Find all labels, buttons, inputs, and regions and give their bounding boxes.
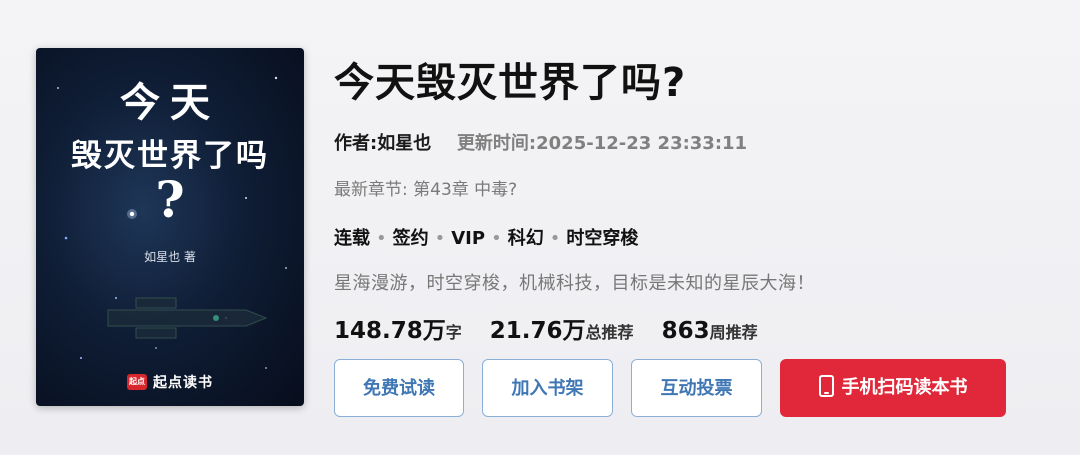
- tag-signed: 签约: [392, 228, 429, 249]
- cover-title: 今天: [120, 79, 220, 126]
- book-intro: 星海漫游，时空穿梭，机械科技，目标是未知的星辰大海！: [334, 273, 815, 294]
- cover-author: 如星也 著: [144, 250, 196, 264]
- cover-brand-text: 起点读书: [153, 375, 213, 391]
- mobile-read-label: 手机扫码读本书: [841, 377, 968, 398]
- weekly-recommend-unit: 周推荐: [709, 323, 758, 342]
- phone-icon: [818, 375, 834, 397]
- add-to-shelf-button[interactable]: 加入书架: [482, 359, 613, 417]
- word-count-unit: 字: [445, 323, 462, 342]
- total-recommend-unit: 总推荐: [585, 323, 634, 342]
- tag-category[interactable]: 科幻: [508, 228, 544, 249]
- tag-separator: •: [434, 228, 446, 249]
- book-stats: 148.78万字 21.76万总推荐 863周推荐: [334, 311, 786, 345]
- book-meta: 作者:如星也 更新时间:2025-12-23 23:33:11: [334, 129, 747, 155]
- vote-button[interactable]: 互动投票: [631, 359, 762, 417]
- cover-title: 毁灭世界了吗: [71, 138, 269, 174]
- book-detail-panel: 今天 毁灭世界了吗 ? 如星也 著 起点 起点读书 今天毁灭世界了吗? 作者:如星…: [0, 0, 1080, 455]
- qidian-logo-icon: 起点: [127, 374, 147, 390]
- update-time: 更新时间:2025-12-23 23:33:11: [456, 133, 748, 154]
- weekly-recommend: 863周推荐: [662, 318, 758, 344]
- spaceship-icon: [107, 297, 268, 339]
- total-recommend-value: 21.76万: [489, 318, 586, 344]
- tag-separator: •: [549, 228, 561, 249]
- author-link[interactable]: 作者:如星也: [334, 133, 431, 154]
- tag-vip: VIP: [451, 228, 486, 249]
- mobile-read-button[interactable]: 手机扫码读本书: [780, 359, 1006, 417]
- weekly-recommend-value: 863: [661, 318, 710, 344]
- book-tags: 连载 • 签约 • VIP • 科幻 • 时空穿梭: [334, 224, 638, 250]
- word-count-value: 148.78万: [334, 318, 446, 344]
- cover-brand: 起点 起点读书: [36, 372, 304, 392]
- tag-separator: •: [491, 228, 502, 249]
- tag-subcategory[interactable]: 时空穿梭: [566, 228, 638, 249]
- book-cover[interactable]: 今天 毁灭世界了吗 ? 如星也 著 起点 起点读书: [36, 48, 304, 406]
- cover-title: ?: [155, 170, 185, 229]
- book-title: 今天毁灭世界了吗?: [334, 60, 687, 106]
- latest-chapter-link[interactable]: 最新章节: 第43章 中毒?: [334, 175, 517, 200]
- word-count: 148.78万字: [334, 311, 462, 345]
- total-recommend: 21.76万总推荐: [490, 311, 634, 345]
- tag-status: 连载: [334, 228, 370, 249]
- free-read-button[interactable]: 免费试读: [334, 359, 464, 417]
- tag-separator: •: [376, 228, 387, 249]
